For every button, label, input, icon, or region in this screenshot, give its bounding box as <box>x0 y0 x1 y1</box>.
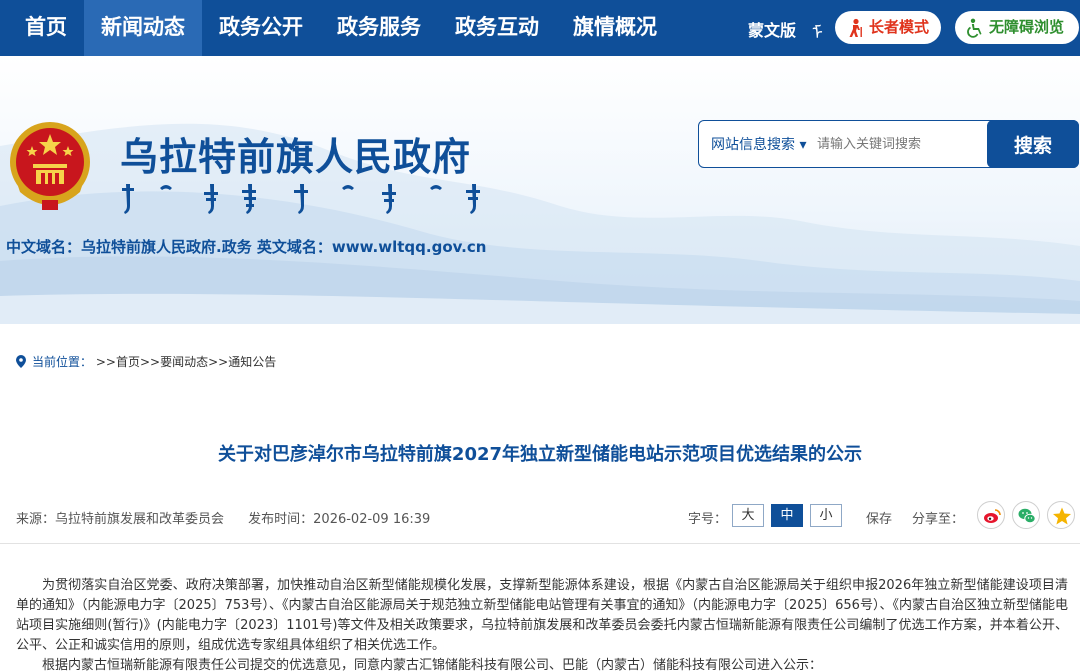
site-title: 乌拉特前旗人民政府 <box>120 135 472 179</box>
qzone-share-icon[interactable] <box>1047 501 1075 529</box>
domain-info: 中文域名：乌拉特前旗人民政府.政务 英文域名：www.wltqq.gov.cn <box>6 238 487 256</box>
nav-item-news[interactable]: 新闻动态 <box>84 0 202 56</box>
wheelchair-icon <box>967 18 982 38</box>
article-title: 关于对巴彦淖尔市乌拉特前旗2027年独立新型储能电站示范项目优选结果的公示 <box>217 444 863 465</box>
accessible-browse-label: 无障碍浏览 <box>989 18 1065 36</box>
top-navigation: 首页 新闻动态 政务公开 政务服务 政务互动 旗情概况 蒙文版 ᠮ 长者模式 无… <box>0 0 1080 56</box>
nav-item-gov-open[interactable]: 政务公开 <box>202 0 320 56</box>
article-divider <box>0 543 1080 544</box>
article-meta: 来源：乌拉特前旗发展和改革委员会 发布时间：2026-02-09 16:39 <box>16 508 430 527</box>
header-banner: 乌拉特前旗人民政府 中文域名：乌拉特前旗人民政府.政务 英文域名：www.wlt… <box>0 56 1080 324</box>
article-publish-time: 发布时间：2026-02-09 16:39 <box>248 512 431 527</box>
save-button[interactable]: 保存 <box>866 508 892 527</box>
mongolian-script-title <box>122 184 480 214</box>
font-size-small-button[interactable]: 小 <box>810 504 842 527</box>
search-input[interactable] <box>817 131 982 157</box>
share-label: 分享至： <box>912 512 965 527</box>
national-emblem-icon <box>10 122 90 210</box>
mongolian-version-link[interactable]: 蒙文版 <box>748 17 796 41</box>
mongolian-glyph-link[interactable]: ᠮ <box>812 14 823 45</box>
article-paragraph: 根据内蒙古恒瑞新能源有限责任公司提交的优选意见，同意内蒙古汇锦储能科技有限公司、… <box>42 658 823 671</box>
nav-item-home[interactable]: 首页 <box>0 0 92 56</box>
nav-item-overview[interactable]: 旗情概况 <box>556 0 674 56</box>
breadcrumb-news[interactable]: >>要闻动态 <box>140 355 208 369</box>
font-size-label: 字号： <box>688 512 728 527</box>
weibo-share-icon[interactable] <box>977 501 1005 529</box>
search-button[interactable]: 搜索 <box>987 120 1079 168</box>
nav-item-gov-service[interactable]: 政务服务 <box>320 0 438 56</box>
elder-mode-button[interactable]: 长者模式 <box>835 11 941 44</box>
accessible-browse-button[interactable]: 无障碍浏览 <box>955 11 1079 44</box>
font-size-medium-button[interactable]: 中 <box>771 504 803 527</box>
wechat-share-icon[interactable] <box>1012 501 1040 529</box>
nav-item-interaction[interactable]: 政务互动 <box>438 0 556 56</box>
elder-icon <box>849 18 862 37</box>
breadcrumb-current-label: 当前位置： <box>32 355 93 369</box>
location-pin-icon <box>16 355 26 368</box>
article-body: 为贯彻落实自治区党委、政府决策部署，加快推动自治区新型储能规模化发展，支撑新型能… <box>16 576 1068 671</box>
font-size-large-button[interactable]: 大 <box>732 504 764 527</box>
breadcrumb-notices[interactable]: >>通知公告 <box>208 355 276 369</box>
article-source: 来源：乌拉特前旗发展和改革委员会 <box>16 512 225 527</box>
elder-mode-label: 长者模式 <box>869 18 930 36</box>
search-type-select[interactable]: 网站信息搜索 ▾ <box>711 134 806 154</box>
breadcrumb: 当前位置： >>首页>>要闻动态>>通知公告 <box>16 353 276 370</box>
article-paragraph: 为贯彻落实自治区党委、政府决策部署，加快推动自治区新型储能规模化发展，支撑新型能… <box>16 578 1068 653</box>
breadcrumb-home[interactable]: >>首页 <box>96 355 140 369</box>
search-box: 网站信息搜索 ▾ 搜索 <box>698 120 1079 168</box>
